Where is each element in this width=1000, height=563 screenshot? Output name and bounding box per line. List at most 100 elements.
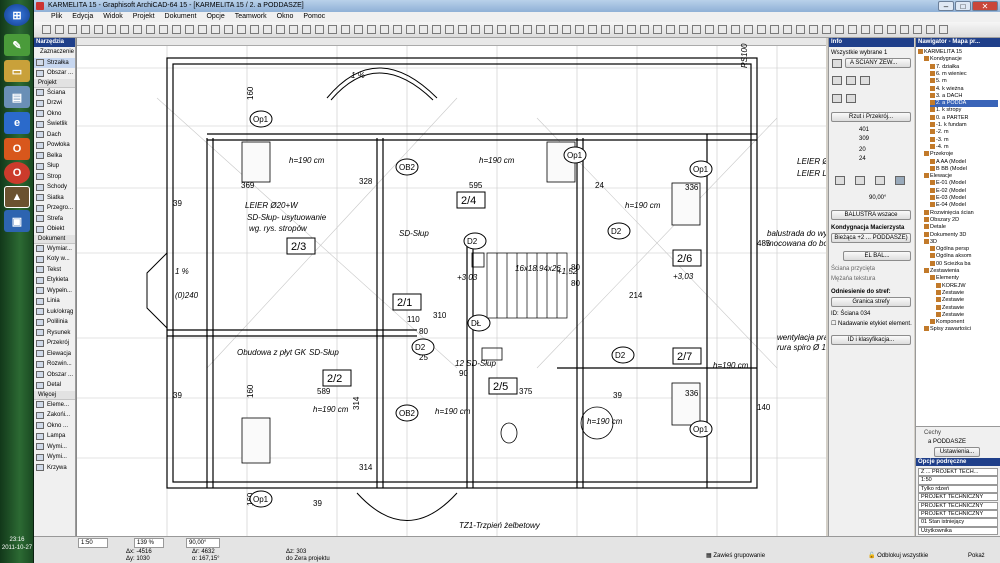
plan-label[interactable]: 310 bbox=[433, 311, 447, 320]
tool-project_tools-6[interactable]: Belka bbox=[34, 151, 75, 162]
id-value[interactable]: Ściana 034 bbox=[840, 311, 870, 317]
height-bottom-field[interactable]: 309 bbox=[859, 135, 869, 143]
toolbar-button[interactable] bbox=[393, 25, 402, 34]
toolbar-button[interactable] bbox=[653, 25, 662, 34]
toolbar-button[interactable] bbox=[146, 25, 155, 34]
plan-label[interactable]: +3,03 bbox=[673, 272, 694, 281]
tool-document_tools-0[interactable]: Wymiar... bbox=[34, 244, 75, 255]
plan-label[interactable]: 369 bbox=[241, 181, 255, 190]
toolbar-button[interactable] bbox=[822, 25, 831, 34]
slant-icon[interactable] bbox=[835, 176, 845, 185]
quick-option-select[interactable]: 1:50 bbox=[918, 476, 998, 485]
plan-label[interactable]: Op1 bbox=[253, 115, 269, 124]
tool-document_tools-3[interactable]: Etykieta bbox=[34, 275, 75, 286]
navigator-item[interactable]: Zestawie bbox=[936, 297, 998, 304]
maximize-button[interactable]: □ bbox=[955, 1, 971, 11]
quick-option-select[interactable]: PROJEKT TECHNICZNY bbox=[918, 501, 998, 510]
plan-label[interactable]: 160 bbox=[246, 86, 255, 100]
plan-label[interactable]: 1 % bbox=[351, 71, 365, 80]
plan-label[interactable]: 80 bbox=[571, 279, 580, 288]
toolbar-button[interactable] bbox=[614, 25, 623, 34]
plan-label[interactable]: Op1 bbox=[693, 165, 709, 174]
navigator-item[interactable]: 6. m wieniec bbox=[930, 71, 998, 78]
taskbar-app-icon[interactable]: ▤ bbox=[4, 86, 30, 108]
plan-label[interactable]: 314 bbox=[352, 396, 361, 410]
navigator-item[interactable]: 3D bbox=[924, 239, 998, 246]
plan-label[interactable]: h=190 cm bbox=[713, 361, 749, 370]
plan-label[interactable]: 39 bbox=[173, 199, 182, 208]
navigator-item[interactable]: 0. a PARTER bbox=[930, 115, 998, 122]
wall-tool-icon[interactable] bbox=[832, 59, 842, 68]
plan-label[interactable]: DŁ bbox=[471, 319, 482, 328]
tool-more_tools-5[interactable]: Wymi... bbox=[34, 452, 75, 463]
angle-field[interactable]: 90,00° bbox=[869, 194, 886, 202]
zoom-field[interactable]: 139 % bbox=[134, 538, 164, 548]
navigator-item[interactable]: Ogólna aksom bbox=[930, 253, 998, 260]
toolbar-button[interactable] bbox=[445, 25, 454, 34]
plan-label[interactable]: D2 bbox=[615, 351, 626, 360]
zone-relation-select[interactable]: Granica strefy bbox=[831, 297, 911, 307]
scale-field[interactable]: 1:50 bbox=[78, 538, 108, 548]
plan-label[interactable]: 2/7 bbox=[677, 351, 692, 363]
tool-project_tools-2[interactable]: Okno bbox=[34, 109, 75, 120]
plan-label[interactable]: LEIER LK bbox=[797, 169, 826, 178]
label-checkbox[interactable]: ☐ Nadawanie etykiet element. bbox=[831, 320, 912, 328]
tool-document_tools-6[interactable]: Łuk/okrąg bbox=[34, 307, 75, 318]
wall-geometry-icon[interactable] bbox=[832, 76, 842, 85]
toolbar-button[interactable] bbox=[432, 25, 441, 34]
plan-label[interactable]: 2/5 bbox=[493, 381, 508, 393]
plan-label[interactable]: 336 bbox=[685, 389, 699, 398]
toolbar-button[interactable] bbox=[250, 25, 259, 34]
plan-and-section-button[interactable]: Rzut i Przekrój... bbox=[831, 112, 911, 122]
plan-label[interactable]: 328 bbox=[359, 177, 373, 186]
plan-label[interactable]: balustrada do wys. 1 bbox=[767, 229, 826, 238]
plan-label[interactable]: (0)240 bbox=[175, 291, 199, 300]
toolbar-button[interactable] bbox=[666, 25, 675, 34]
plan-label[interactable]: 39 bbox=[173, 391, 182, 400]
plan-label[interactable]: SD-Słup bbox=[309, 348, 339, 357]
plan-label[interactable]: wg. rys. stropów bbox=[249, 224, 308, 233]
slant-icon[interactable] bbox=[855, 176, 865, 185]
toolbar-button[interactable] bbox=[263, 25, 272, 34]
taskbar-clock[interactable]: 23:16 2011-10-27 bbox=[0, 536, 34, 552]
toolbar-button[interactable] bbox=[419, 25, 428, 34]
plan-label[interactable]: 214 bbox=[629, 291, 643, 300]
slant-icon[interactable] bbox=[895, 176, 905, 185]
plan-label[interactable]: 1 % bbox=[175, 267, 189, 276]
tool-more_tools-6[interactable]: Krzywa bbox=[34, 463, 75, 474]
toolbar-button[interactable] bbox=[705, 25, 714, 34]
toolbar-button[interactable] bbox=[497, 25, 506, 34]
toolbar-button[interactable] bbox=[835, 25, 844, 34]
toolbar-button[interactable] bbox=[640, 25, 649, 34]
navigator-item[interactable]: Dokumenty 3D bbox=[924, 232, 998, 239]
unlock-all-button[interactable]: 🔓 Odblokuj wszystkie bbox=[868, 552, 928, 560]
opera-icon[interactable]: O bbox=[4, 162, 30, 184]
navigator-item[interactable]: Zestawie bbox=[936, 290, 998, 297]
toolbar-button[interactable] bbox=[913, 25, 922, 34]
tool-document_tools-9[interactable]: Przekrój bbox=[34, 338, 75, 349]
navigator-item[interactable]: E-01 (Model bbox=[930, 180, 998, 187]
navigator-item[interactable]: 3. a DACH bbox=[930, 93, 998, 100]
toolbar-button[interactable] bbox=[198, 25, 207, 34]
plan-label[interactable]: 80 bbox=[571, 263, 580, 272]
layer-select[interactable]: A SCIANY ZEW... bbox=[845, 58, 911, 68]
toolbar-button[interactable] bbox=[718, 25, 727, 34]
plan-label[interactable]: 2/4 bbox=[461, 195, 476, 207]
tool-project_tools-0[interactable]: Ściana bbox=[34, 88, 75, 99]
quick-option-select[interactable]: PROJEKT TECHNICZNY bbox=[918, 510, 998, 519]
tool-project_tools-1[interactable]: Drzwi bbox=[34, 98, 75, 109]
floor-plan-canvas[interactable]: 2/4 2/3 2/1 2/5 2/2 2/6 2/7 h=190 cm h=190 cm h=1… bbox=[76, 38, 826, 536]
tool-project_tools-4[interactable]: Dach bbox=[34, 130, 75, 141]
tool-document_tools-5[interactable]: Linia bbox=[34, 296, 75, 307]
toolbar-button[interactable] bbox=[354, 25, 363, 34]
tool-project_tools-3[interactable]: Świetlik bbox=[34, 119, 75, 130]
plan-label[interactable]: 16x18.94x26 bbox=[515, 264, 561, 273]
toolbar-button[interactable] bbox=[848, 25, 857, 34]
plan-label[interactable]: 12 SD-Słup bbox=[455, 359, 496, 368]
id-classification-button[interactable]: ID i klasyfikacja... bbox=[831, 335, 911, 345]
plan-label[interactable]: 589 bbox=[317, 387, 331, 396]
plan-label[interactable]: D2 bbox=[415, 343, 426, 352]
quick-option-select[interactable]: PROJEKT TECHNICZNY bbox=[918, 493, 998, 502]
angle-field[interactable]: 90,00° bbox=[186, 538, 220, 548]
floor-plan-drawing[interactable]: 2/4 2/3 2/1 2/5 2/2 2/6 2/7 h=190 cm h=190 cm h=1… bbox=[77, 38, 826, 536]
